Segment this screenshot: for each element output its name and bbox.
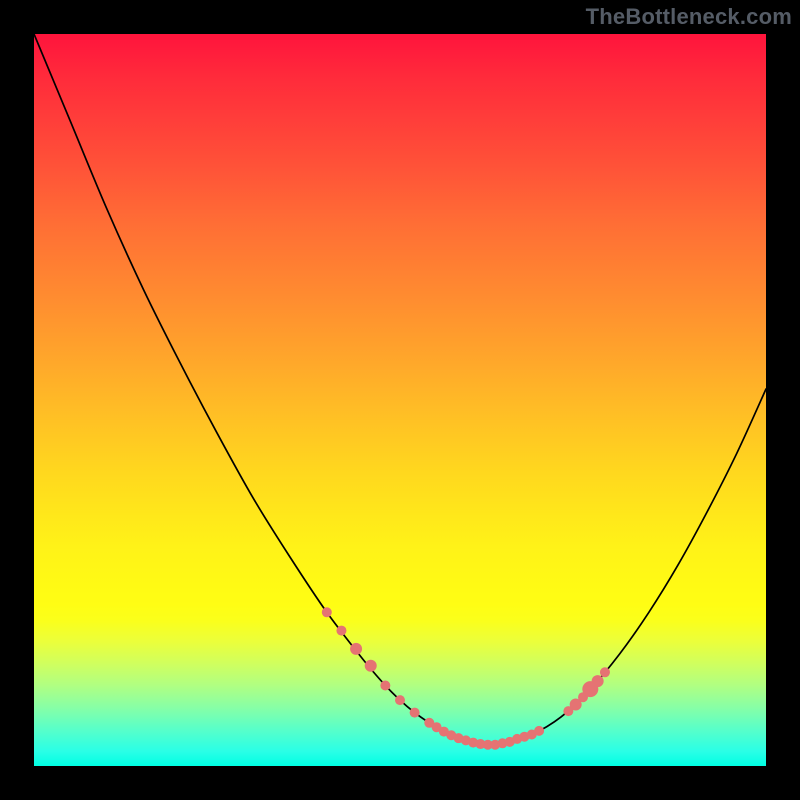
marker-group bbox=[322, 607, 610, 749]
curve-marker bbox=[534, 726, 544, 736]
curve-marker bbox=[380, 680, 390, 690]
curve-marker bbox=[365, 660, 377, 672]
curve-marker bbox=[322, 607, 332, 617]
curve-marker bbox=[350, 643, 362, 655]
bottleneck-curve bbox=[34, 34, 766, 745]
curve-marker bbox=[592, 675, 604, 687]
curve-marker bbox=[410, 708, 420, 718]
curve-marker bbox=[600, 667, 610, 677]
curve-marker bbox=[395, 695, 405, 705]
chart-plot-area bbox=[34, 34, 766, 766]
curve-marker bbox=[336, 626, 346, 636]
chart-svg bbox=[34, 34, 766, 766]
watermark-text: TheBottleneck.com bbox=[586, 4, 792, 30]
